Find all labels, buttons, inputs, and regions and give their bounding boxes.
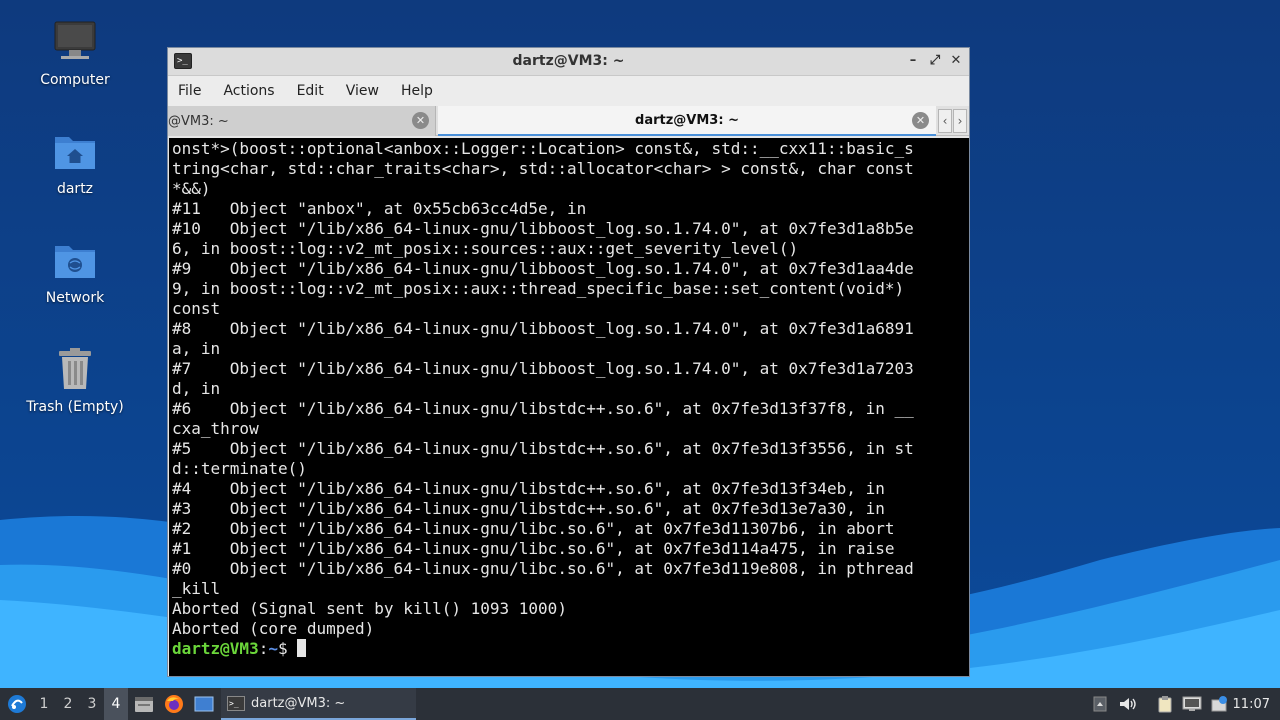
terminal-line: Aborted (Signal sent by kill() 1093 1000… xyxy=(172,599,567,618)
menu-help[interactable]: Help xyxy=(401,83,433,99)
prompt-colon: : xyxy=(258,639,269,658)
tab-scroll-right-icon[interactable]: › xyxy=(953,109,967,133)
tab-2-active[interactable]: dartz@VM3: ~ ✕ xyxy=(438,106,936,136)
firefox-launcher[interactable] xyxy=(162,688,186,720)
maximize-button[interactable]: ⤢ xyxy=(926,52,944,70)
terminal-line: #6 Object "/lib/x86_64-linux-gnu/libstdc… xyxy=(172,399,914,418)
terminal-line: #1 Object "/lib/x86_64-linux-gnu/libc.so… xyxy=(172,539,895,558)
terminal-line: 6, in boost::log::v2_mt_posix::sources::… xyxy=(172,239,799,258)
menu-edit[interactable]: Edit xyxy=(297,83,324,99)
prompt-user: dartz@VM3 xyxy=(172,639,259,658)
update-notifier[interactable] xyxy=(1209,688,1229,720)
text-cursor xyxy=(297,639,307,657)
desktop-icon-label: Trash (Empty) xyxy=(26,399,124,415)
update-notifier-icon xyxy=(1211,696,1227,712)
terminal-line: a, in xyxy=(172,339,221,358)
terminal-window: >_ dartz@VM3: ~ – ⤢ ✕ File Actions Edit … xyxy=(167,47,970,677)
terminal-line: #7 Object "/lib/x86_64-linux-gnu/libboos… xyxy=(172,359,914,378)
prompt-path: ~ xyxy=(268,639,278,658)
network-display-icon xyxy=(1182,696,1202,711)
terminal-line: const xyxy=(172,299,221,318)
clipboard-icon xyxy=(1158,696,1172,713)
terminal-line: #4 Object "/lib/x86_64-linux-gnu/libstdc… xyxy=(172,479,885,498)
terminal-app-icon: >_ xyxy=(227,695,245,711)
terminal-line: #11 Object "anbox", at 0x55cb63cc4d5e, i… xyxy=(172,199,587,218)
tab-label: dartz@VM3: ~ xyxy=(635,112,739,128)
tab-1[interactable]: @VM3: ~ ✕ xyxy=(168,106,436,136)
menu-file[interactable]: File xyxy=(178,83,201,99)
workspace-3[interactable]: 3 xyxy=(80,688,104,720)
home-folder-icon xyxy=(55,137,95,169)
network-tray[interactable] xyxy=(1181,688,1203,720)
window-title: dartz@VM3: ~ xyxy=(512,53,625,69)
desktop-icon-trash[interactable]: Trash (Empty) xyxy=(20,345,130,435)
terminal-line: #0 Object "/lib/x86_64-linux-gnu/libc.so… xyxy=(172,559,914,578)
volume-control[interactable] xyxy=(1116,688,1138,720)
tab-close-icon[interactable]: ✕ xyxy=(912,112,929,129)
trash-icon xyxy=(59,348,91,389)
terminal-line: #10 Object "/lib/x86_64-linux-gnu/libboo… xyxy=(172,219,914,238)
menu-view[interactable]: View xyxy=(346,83,379,99)
terminal-line: onst*>(boost::optional<anbox::Logger::Lo… xyxy=(172,139,914,158)
terminal-line: d::terminate() xyxy=(172,459,307,478)
desktop-icon-label: Network xyxy=(45,290,105,306)
tab-scroll-left-icon[interactable]: ‹ xyxy=(938,109,952,133)
file-manager-icon xyxy=(135,697,153,712)
terminal-line: #8 Object "/lib/x86_64-linux-gnu/libboos… xyxy=(172,319,914,338)
firefox-icon xyxy=(165,695,183,713)
network-folder-icon xyxy=(55,246,95,278)
clipboard-tray[interactable] xyxy=(1154,688,1176,720)
terminal-line: #3 Object "/lib/x86_64-linux-gnu/libstdc… xyxy=(172,499,885,518)
desktop-icon-home[interactable]: dartz xyxy=(20,127,130,217)
title-bar[interactable]: >_ dartz@VM3: ~ – ⤢ ✕ xyxy=(168,48,969,76)
task-label: dartz@VM3: ~ xyxy=(251,695,346,711)
desktop-icon-computer[interactable]: Computer xyxy=(20,18,130,108)
menu-bar: File Actions Edit View Help xyxy=(168,76,969,106)
taskbar: 1 2 3 4 >_ dartz@VM3: ~ 11:07 xyxy=(0,688,1280,720)
tab-label: @VM3: ~ xyxy=(168,113,229,129)
close-button[interactable]: ✕ xyxy=(947,52,965,70)
workspace-2[interactable]: 2 xyxy=(56,688,80,720)
tray-up-arrow-icon xyxy=(1093,696,1107,712)
start-menu-button[interactable] xyxy=(4,688,30,720)
lubuntu-logo-icon xyxy=(8,695,26,713)
terminal-line: Aborted (core dumped) xyxy=(172,619,375,638)
tab-close-icon[interactable]: ✕ xyxy=(412,112,429,129)
computer-icon xyxy=(54,21,96,59)
terminal-output[interactable]: onst*>(boost::optional<anbox::Logger::Lo… xyxy=(169,138,969,676)
terminal-line: tring<char, std::char_traits<char>, std:… xyxy=(172,159,914,178)
minimize-button[interactable]: – xyxy=(904,52,922,70)
taskbar-window-terminal[interactable]: >_ dartz@VM3: ~ xyxy=(221,688,416,720)
desktop-icon-label: Computer xyxy=(40,72,110,88)
clock[interactable]: 11:07 xyxy=(1233,688,1270,720)
terminal-line: *&&) xyxy=(172,179,211,198)
terminal-line: d, in xyxy=(172,379,221,398)
desktop-icon-label: dartz xyxy=(56,181,94,197)
show-desktop-launcher[interactable] xyxy=(192,688,216,720)
volume-icon xyxy=(1120,698,1136,710)
prompt-line: dartz@VM3:~$ xyxy=(172,639,969,659)
terminal-line: #9 Object "/lib/x86_64-linux-gnu/libboos… xyxy=(172,259,914,278)
workspace-1[interactable]: 1 xyxy=(32,688,56,720)
terminal-line: #2 Object "/lib/x86_64-linux-gnu/libc.so… xyxy=(172,519,895,538)
terminal-line: _kill xyxy=(172,579,221,598)
workspace-4[interactable]: 4 xyxy=(104,688,128,720)
tab-bar: @VM3: ~ ✕ dartz@VM3: ~ ✕ ‹ › xyxy=(168,106,969,136)
terminal-line: 9, in boost::log::v2_mt_posix::aux::thre… xyxy=(172,279,905,298)
desktop-icon-network[interactable]: Network xyxy=(20,236,130,326)
file-manager-launcher[interactable] xyxy=(132,688,156,720)
prompt-symbol: $ xyxy=(277,639,298,658)
show-desktop-icon xyxy=(194,696,214,712)
menu-actions[interactable]: Actions xyxy=(223,83,274,99)
terminal-line: #5 Object "/lib/x86_64-linux-gnu/libstdc… xyxy=(172,439,914,458)
tray-expand[interactable] xyxy=(1090,688,1110,720)
terminal-line: cxa_throw xyxy=(172,419,259,438)
